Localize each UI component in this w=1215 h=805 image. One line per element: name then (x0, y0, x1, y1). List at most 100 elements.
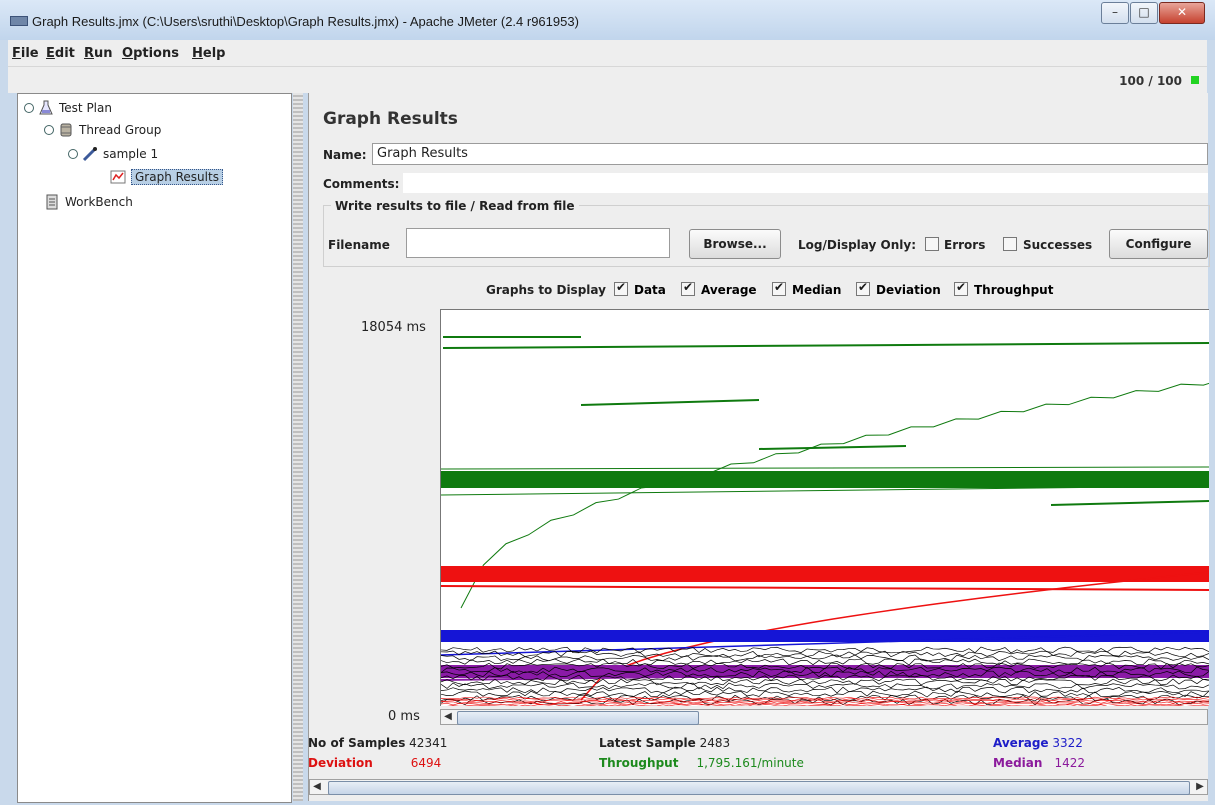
spool-icon (58, 122, 74, 138)
minimize-button[interactable]: – (1101, 2, 1129, 24)
running-indicator-icon (1191, 76, 1199, 84)
file-group-title: Write results to file / Read from file (331, 199, 579, 213)
data-checkbox[interactable] (614, 280, 628, 296)
tree-item-graph-results[interactable]: Graph Results (110, 167, 223, 187)
median-checkbox[interactable] (772, 280, 786, 296)
y-axis-max-label: 18054 ms (361, 320, 426, 335)
thread-counter: 100 / 100 (1119, 74, 1182, 88)
successes-checkbox[interactable] (1003, 237, 1017, 251)
successes-label: Successes (1023, 238, 1093, 252)
throughput-checkbox[interactable] (954, 280, 968, 296)
median-stat: Median 1422 (993, 756, 1085, 770)
graph-horizontal-scrollbar[interactable]: ◀ (440, 709, 1208, 725)
status-strip: 100 / 100 (8, 67, 1207, 93)
expand-toggle-icon[interactable] (44, 125, 54, 135)
throughput-stat: Throughput 1,795.161/minute (599, 756, 804, 770)
deviation-checkbox[interactable] (856, 280, 870, 296)
throughput-option-label: Throughput (974, 283, 1054, 297)
scroll-left-icon[interactable]: ◀ (441, 710, 455, 724)
graph-results-icon (110, 169, 126, 185)
configure-button[interactable]: Configure (1109, 229, 1208, 259)
throughput-line (758, 445, 907, 450)
average-stat: Average 3322 (993, 736, 1083, 750)
no-samples-value: 42341 (409, 736, 448, 750)
median-option-label: Median (792, 283, 842, 297)
latest-sample-value: 2483 (699, 736, 731, 750)
y-axis-min-label: 0 ms (388, 709, 420, 724)
menu-bar: File Edit Run Options Help (8, 40, 1207, 67)
throughput-label: Throughput (599, 756, 679, 770)
errors-label: Errors (944, 238, 986, 252)
average-value: 3322 (1052, 736, 1083, 750)
deviation-value: 6494 (410, 756, 442, 770)
scroll-right-icon[interactable]: ▶ (1193, 780, 1207, 794)
throughput-line (580, 399, 760, 406)
tree-item-test-plan[interactable]: Test Plan (24, 98, 112, 118)
tree-item-thread-group[interactable]: Thread Group (44, 120, 161, 140)
latest-sample-label: Latest Sample (599, 736, 696, 750)
deviation-noise (440, 701, 1210, 704)
throughput-line (1050, 500, 1210, 506)
menu-help[interactable]: Help (192, 46, 225, 61)
tree-item-label: Graph Results (131, 169, 223, 185)
deviation-label: Deviation (308, 756, 373, 770)
expand-toggle-icon[interactable] (24, 103, 34, 113)
split-pane-divider[interactable] (293, 93, 303, 801)
data-option-label: Data (634, 283, 666, 297)
deviation-band (441, 566, 1209, 582)
clipboard-icon (44, 194, 60, 210)
average-label: Average (993, 736, 1049, 750)
results-graph (440, 309, 1215, 707)
window-title: Graph Results.jmx (C:\Users\sruthi\Deskt… (32, 14, 579, 29)
no-of-samples: No of Samples 42341 (308, 736, 447, 750)
title-bar: Graph Results.jmx (C:\Users\sruthi\Deskt… (0, 0, 1215, 40)
tree-item-label: Thread Group (79, 123, 162, 137)
filename-input[interactable] (406, 228, 670, 258)
scrollbar-thumb[interactable] (457, 711, 699, 725)
page-title: Graph Results (323, 109, 458, 129)
menu-edit[interactable]: Edit (46, 46, 75, 61)
close-button[interactable]: ✕ (1159, 2, 1205, 24)
menu-options[interactable]: Options (122, 46, 179, 61)
tree-item-label: Test Plan (59, 101, 112, 115)
comments-field[interactable] (403, 173, 1208, 193)
results-graph-canvas (440, 336, 1215, 707)
jmeter-window: Graph Results.jmx (C:\Users\sruthi\Deskt… (0, 0, 1215, 805)
median-value: 1422 (1054, 756, 1085, 770)
errors-checkbox[interactable] (925, 237, 939, 251)
tree-item-sample-1[interactable]: sample 1 (68, 144, 158, 164)
data-points (440, 690, 1210, 698)
caption-buttons: – □ ✕ (1100, 2, 1205, 24)
deviation-option-label: Deviation (876, 283, 941, 297)
average-checkbox[interactable] (681, 280, 695, 296)
tree-item-label: sample 1 (103, 147, 159, 161)
average-option-label: Average (701, 283, 757, 297)
test-plan-tree: Test Plan Thread Group sample 1 Graph Re… (17, 93, 292, 803)
data-points (440, 678, 1210, 686)
pipette-icon (82, 146, 98, 162)
jmeter-app-icon (10, 16, 28, 26)
menu-run[interactable]: Run (84, 46, 113, 61)
comments-label: Comments: (323, 177, 400, 191)
graphs-to-display-label: Graphs to Display (486, 283, 606, 297)
throughput-line (440, 466, 1210, 470)
name-label: Name: (323, 148, 367, 162)
no-samples-label: No of Samples (308, 736, 406, 750)
scrollbar-thumb[interactable] (328, 781, 1190, 795)
tree-item-label: WorkBench (65, 195, 133, 209)
scroll-left-icon[interactable]: ◀ (310, 780, 324, 794)
name-field[interactable]: Graph Results (372, 143, 1208, 165)
browse-button[interactable]: Browse... (689, 229, 781, 259)
minimize-icon: – (1112, 5, 1118, 19)
menu-file[interactable]: File (12, 46, 39, 61)
expand-toggle-icon[interactable] (68, 149, 78, 159)
panel-horizontal-scrollbar[interactable]: ◀ ▶ (309, 779, 1208, 795)
tree-item-workbench[interactable]: WorkBench (44, 192, 133, 212)
log-display-label: Log/Display Only: (798, 238, 916, 252)
data-points (440, 686, 1210, 694)
latest-sample: Latest Sample 2483 (599, 736, 730, 750)
graph-results-panel: Graph Results Name: Graph Results Commen… (308, 93, 1215, 801)
filename-label: Filename (328, 238, 390, 252)
data-points (440, 654, 1210, 662)
maximize-button[interactable]: □ (1130, 2, 1158, 24)
